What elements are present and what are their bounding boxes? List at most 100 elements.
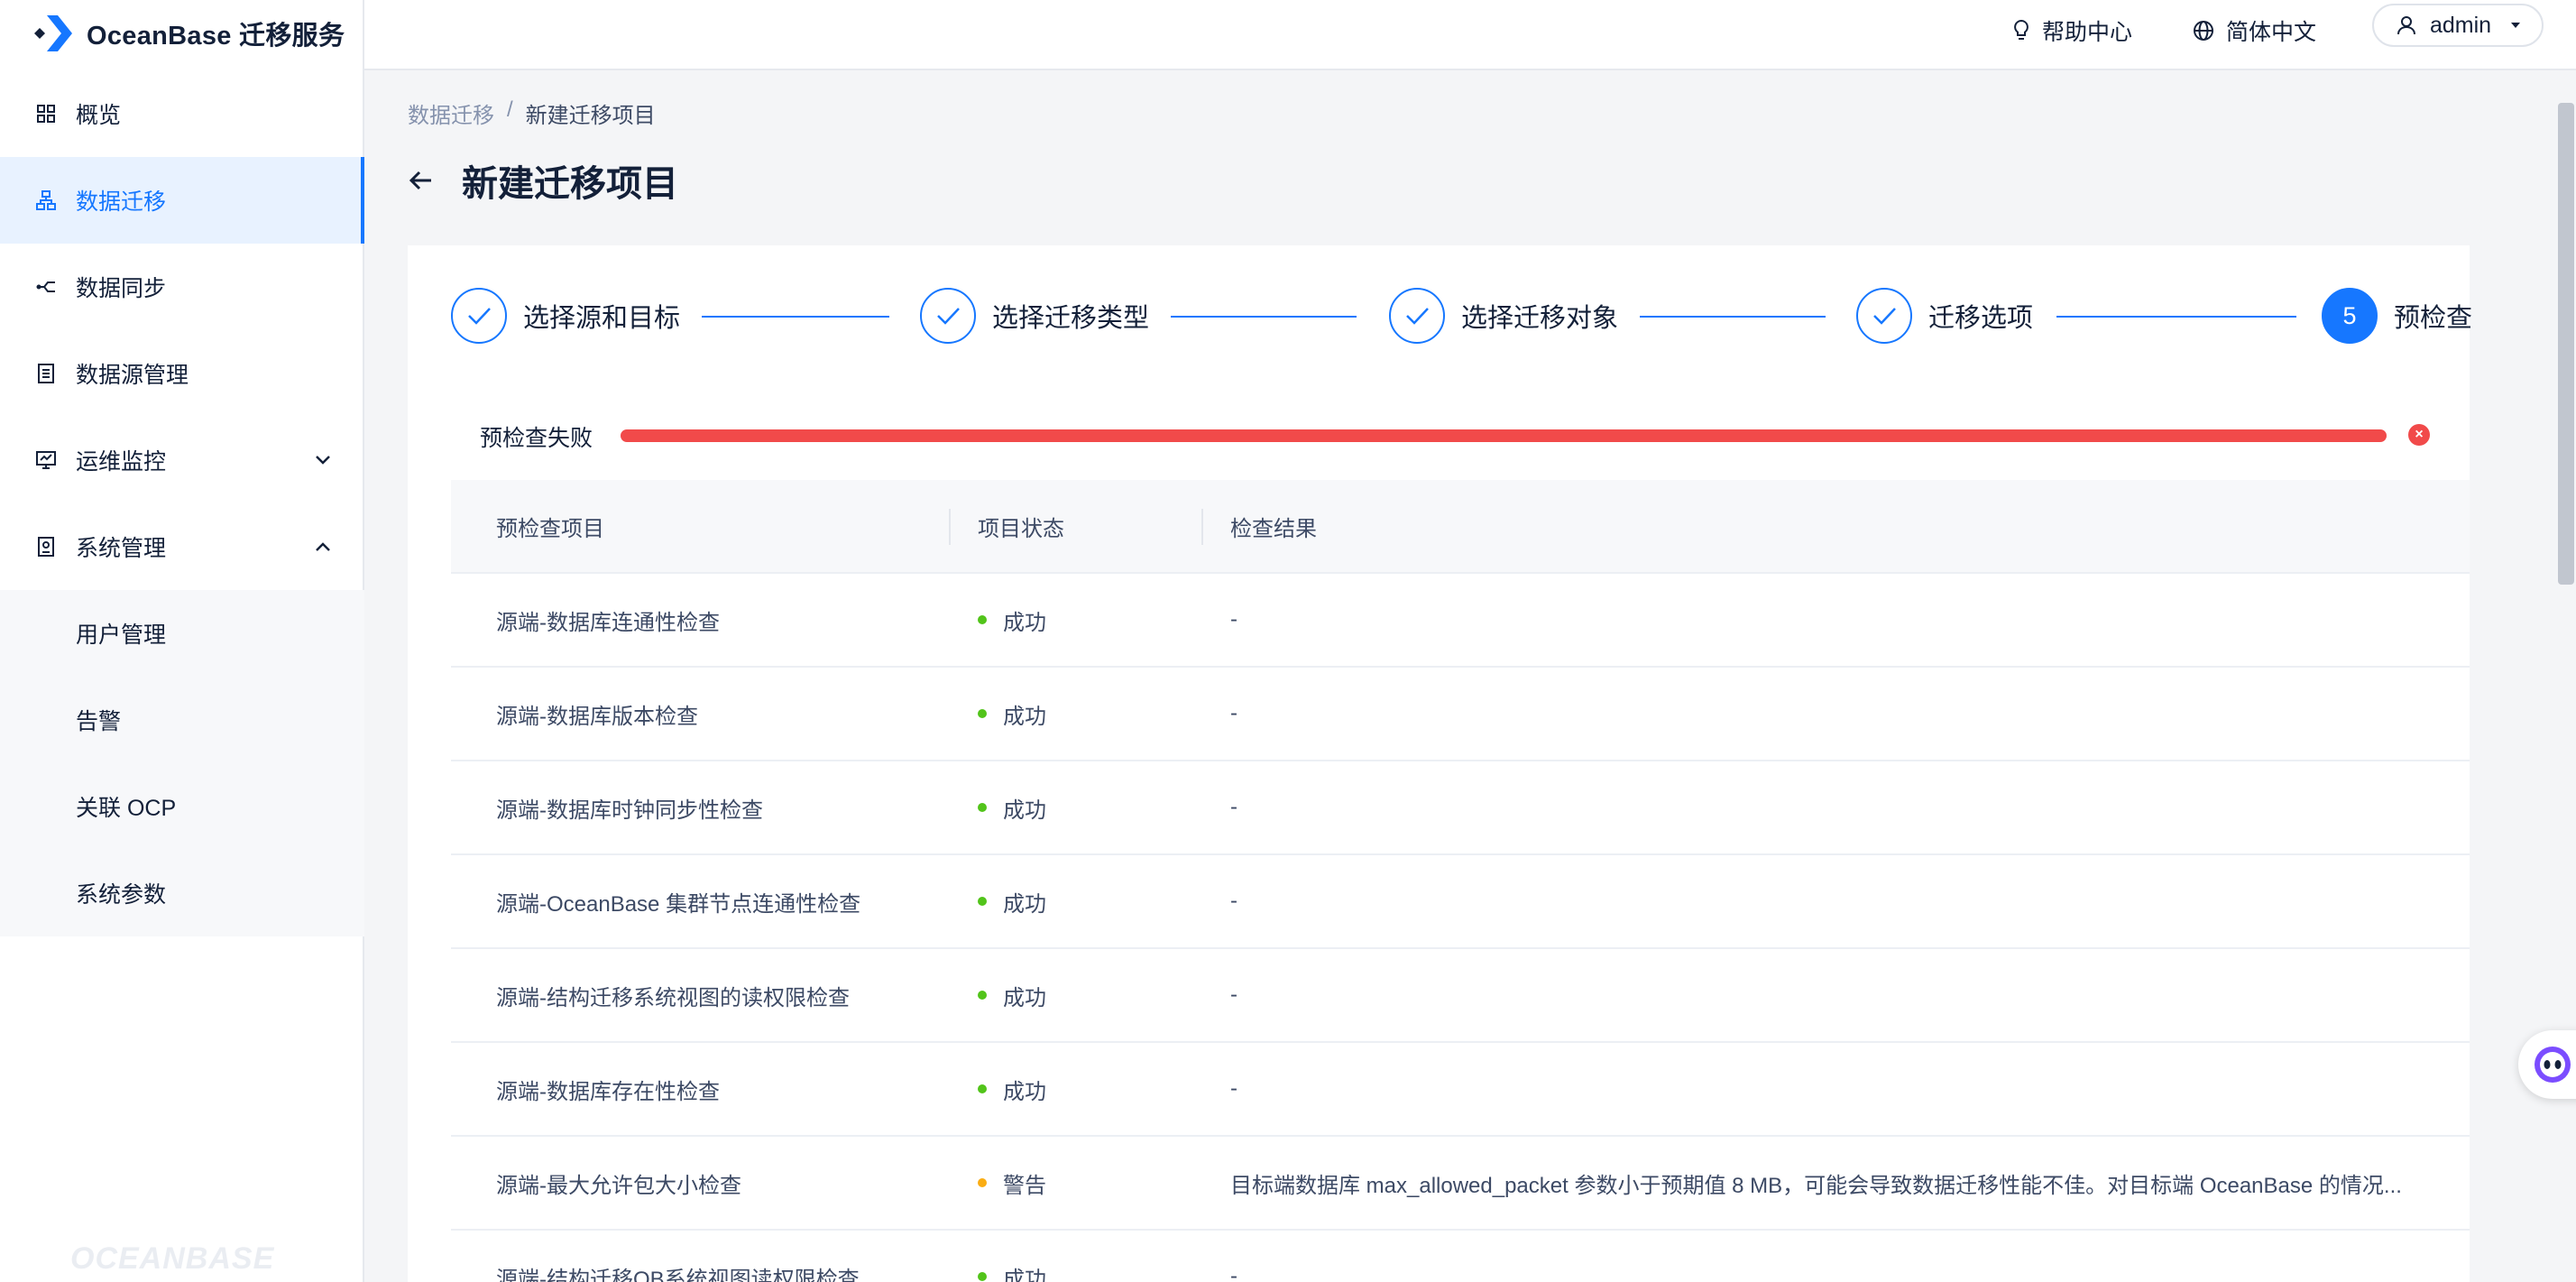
system-panel-icon [34,535,58,558]
page-scrollbar[interactable] [2558,103,2574,585]
help-center-label: 帮助中心 [2042,20,2133,45]
monitor-icon [34,448,58,472]
step-label: 选择源和目标 [523,304,681,333]
page-header: 新建迁移项目 [408,155,678,206]
column-header-status: 项目状态 [978,516,1064,541]
sidebar-item-label: 用户管理 [76,623,167,648]
breadcrumb-parent-link[interactable]: 数据迁移 [408,97,494,129]
table-row: 源端-最大允许包大小检查 警告 目标端数据库 max_allowed_packet … [451,1137,2470,1231]
globe-icon [2194,21,2213,41]
precheck-progress: 预检查失败 × [480,417,2430,453]
table-body: 源端-数据库连通性检查 成功 - 源端-数据库版本检查 成功 - 源端-数据库时钟同步性检查… [451,574,2470,1282]
check-item-name: 源端-最大允许包大小检查 [496,1173,741,1198]
step-label: 预检查 [2394,304,2473,333]
step-migration-options[interactable]: 迁移选项 [1856,287,2033,345]
table-row: 源端-数据库连通性检查 成功 - [451,574,2470,668]
sidebar-item-user-management[interactable]: 用户管理 [0,590,364,677]
failure-close-icon: × [2408,424,2430,446]
check-result: - [1230,795,1237,819]
check-result[interactable]: 目标端数据库 max_allowed_packet 参数小于预期值 8 MB，可… [1230,1137,2448,1229]
sidebar-item-label: 关联 OCP [76,796,177,821]
lightbulb-icon [2014,19,2029,40]
main-card: 选择源和目标 选择迁移类型 选择迁移对象 迁移选项 5 预检查 预检查失败 × … [408,245,2472,1282]
sidebar-item-label: 系统管理 [76,536,167,561]
sidebar-item-associate-ocp[interactable]: 关联 OCP [0,763,364,850]
chevron-down-icon [316,456,330,465]
status-dot-icon [978,615,987,624]
step-select-source-target[interactable]: 选择源和目标 [451,287,680,345]
check-result: - [1230,607,1237,632]
system-management-submenu: 用户管理 告警 关联 OCP 系统参数 [0,590,364,936]
dashboard-grid-icon [34,102,58,125]
username: admin [2430,12,2492,38]
status-text: 成功 [1003,1079,1046,1104]
sidebar-item-ops-monitor[interactable]: 运维监控 [0,417,364,503]
check-result: - [1230,1076,1237,1101]
sidebar-item-label: 运维监控 [76,449,167,475]
app-logo[interactable]: OceanBase 迁移服务 [31,5,345,61]
step-select-migration-objects[interactable]: 选择迁移对象 [1389,287,1618,345]
app-name: OceanBase 迁移服务 [87,22,345,51]
status-dot-icon [978,991,987,1000]
table-row: 源端-结构迁移OB系统视图读权限检查 成功 - [451,1231,2470,1282]
back-arrow-icon[interactable] [408,167,435,194]
check-result: - [1230,701,1237,725]
breadcrumb: 数据迁移 / 新建迁移项目 [408,97,656,129]
table-row: 源端-OceanBase 集群节点连通性检查 成功 - [451,855,2470,949]
step-check-icon [1856,288,1912,344]
column-header-result: 检查结果 [1230,516,1317,541]
status-cell: 成功 [978,949,1046,1041]
table-row: 源端-数据库时钟同步性检查 成功 - [451,761,2470,855]
migration-tree-icon [34,189,58,212]
language-switcher[interactable]: 简体中文 [2192,13,2316,49]
sidebar-item-label: 数据迁移 [76,189,167,215]
breadcrumb-current: 新建迁移项目 [525,104,656,128]
sidebar-item-alerts[interactable]: 告警 [0,677,364,763]
status-dot-icon [978,1178,987,1187]
check-result: - [1230,982,1237,1007]
language-label: 简体中文 [2226,20,2317,45]
sidebar-item-data-migration[interactable]: 数据迁移 [0,157,364,244]
check-item-name: 源端-数据库版本检查 [496,704,698,729]
check-item-name: 源端-结构迁移系统视图的读权限检查 [496,985,850,1010]
precheck-table: 预检查项目 项目状态 检查结果 源端-数据库连通性检查 成功 - 源端-数据库版本检查… [451,480,2470,1282]
sidebar-item-datasource[interactable]: 数据源管理 [0,330,364,417]
precheck-progress-bar [621,429,2387,442]
check-item-name: 源端-数据库存在性检查 [496,1079,720,1104]
datasource-doc-icon [34,362,58,385]
status-text: 成功 [1003,1267,1046,1282]
table-row: 源端-数据库版本检查 成功 - [451,668,2470,761]
check-item-name: 源端-OceanBase 集群节点连通性检查 [496,891,861,917]
status-text: 警告 [1003,1173,1046,1198]
sidebar-item-label: 概览 [76,103,122,128]
page-title: 新建迁移项目 [462,164,678,204]
status-text: 成功 [1003,798,1046,823]
table-header: 预检查项目 项目状态 检查结果 [451,480,2470,574]
status-dot-icon [978,1084,987,1093]
user-icon [2397,16,2415,35]
sidebar-item-label: 数据源管理 [76,363,189,388]
check-item-name: 源端-数据库连通性检查 [496,610,720,635]
step-connector [702,316,889,318]
step-precheck: 5 预检查 [2322,287,2472,345]
status-dot-icon [978,709,987,718]
sidebar-item-data-sync[interactable]: 数据同步 [0,244,364,330]
sidebar-menu: 概览 数据迁移 数据同步 数据源管理 运维监控 系统管理 用户管理 告警 关联 … [0,70,364,936]
sidebar-item-system-management[interactable]: 系统管理 [0,503,364,590]
step-check-icon [1389,288,1445,344]
step-label: 选择迁移类型 [992,304,1150,333]
caret-down-icon [2511,23,2521,28]
step-connector [2056,316,2296,318]
status-cell: 成功 [978,668,1046,760]
assistant-robot-button[interactable] [2518,1030,2576,1099]
sidebar-item-overview[interactable]: 概览 [0,70,364,157]
status-cell: 成功 [978,855,1046,947]
step-select-migration-type[interactable]: 选择迁移类型 [920,287,1149,345]
status-cell: 成功 [978,1043,1046,1135]
oceanbase-logo-icon [31,10,78,57]
status-cell: 警告 [978,1137,1046,1229]
column-header-item: 预检查项目 [496,516,604,541]
sidebar-item-system-params[interactable]: 系统参数 [0,850,364,936]
user-menu-dropdown[interactable]: admin [2372,4,2544,47]
help-center-link[interactable]: 帮助中心 [2011,13,2132,49]
